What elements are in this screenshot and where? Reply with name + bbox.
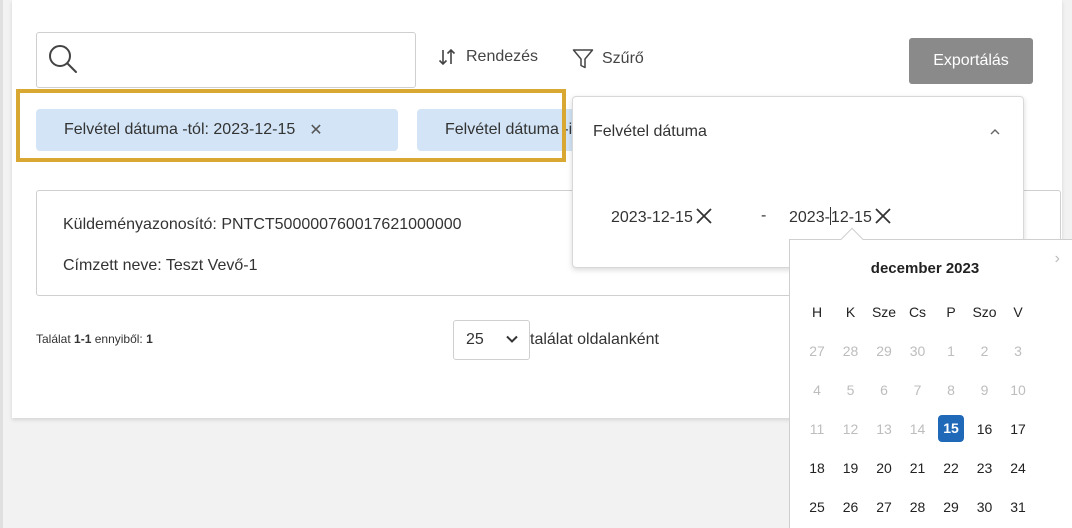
calendar-day: 11	[809, 420, 825, 437]
calendar-day: 1	[947, 342, 955, 359]
calendar-day: 30	[909, 342, 926, 359]
close-icon[interactable]: ✕	[309, 120, 322, 140]
calendar-day: 4	[813, 381, 821, 398]
calendar-day[interactable]: 20	[871, 460, 897, 476]
calendar-weekday-row: H K Sze Cs P Szo V	[804, 292, 1039, 331]
calendar-day: 29	[876, 342, 892, 359]
calendar-day[interactable]: 17	[1005, 421, 1031, 437]
close-icon[interactable]	[874, 207, 892, 225]
calendar-day[interactable]: 30	[972, 499, 998, 515]
calendar-day[interactable]: 18	[804, 460, 830, 476]
recipient-name: Címzett neve: Teszt Vevő-1	[63, 257, 258, 274]
calendar-day: 5	[846, 381, 855, 398]
calendar-day: 12	[842, 420, 859, 437]
filter-chip-from[interactable]: Felvétel dátuma -tól: 2023-12-15 ✕	[36, 109, 398, 151]
calendar-week-row: 25 26 27 28 29 30 31	[804, 487, 1039, 526]
calendar-day[interactable]: 16	[972, 421, 998, 437]
per-page-select[interactable]: 25	[453, 320, 530, 360]
search-icon	[49, 45, 77, 73]
calendar-week-row: 4 5 6 7 8 9 10	[804, 370, 1039, 409]
search-input[interactable]	[36, 32, 416, 88]
calendar-day[interactable]: 26	[838, 499, 864, 515]
chevron-right-icon[interactable]: ›	[1055, 250, 1060, 268]
calendar-weekday: V	[1013, 303, 1023, 320]
close-icon[interactable]	[695, 207, 713, 225]
calendar-week-row: 27 28 29 30 1 2 3	[804, 331, 1039, 370]
date-from-input[interactable]: 2023-12-15	[611, 207, 713, 227]
calendar-day: 13	[876, 420, 892, 437]
calendar-day: 3	[1014, 342, 1022, 359]
calendar-week-row: 11 12 13 14 15 16 17	[804, 409, 1039, 448]
calendar-day: 28	[842, 342, 859, 359]
calendar-weekday: Cs	[908, 303, 927, 320]
filter-label: Szűrő	[602, 50, 644, 67]
calendar-day[interactable]: 22	[938, 460, 964, 476]
funnel-icon	[572, 49, 594, 69]
per-page-label: találat oldalanként	[530, 331, 659, 348]
calendar-weekday: H	[811, 303, 823, 320]
sort-arrows-icon	[438, 48, 456, 66]
calendar-weekday: Szo	[972, 303, 997, 320]
calendar-day[interactable]: 29	[938, 499, 964, 515]
calendar-day[interactable]: 15	[938, 415, 964, 442]
calendar-weekday: Sze	[871, 303, 897, 320]
calendar-week-row: 18 19 20 21 22 23 24	[804, 448, 1039, 487]
calendar-day[interactable]: 21	[905, 460, 931, 476]
sort-label: Rendezés	[466, 48, 539, 65]
calendar-day: 2	[980, 342, 989, 359]
date-picker-calendar: december 2023 › H K Sze Cs P Szo V 27 28 29 30 1 2 3 4…	[789, 227, 1072, 528]
filter-panel-title: Felvétel dátuma	[593, 123, 707, 140]
chevron-down-icon	[506, 335, 518, 343]
calendar-weekday: K	[845, 303, 856, 320]
calendar-day[interactable]: 31	[1005, 499, 1031, 515]
calendar-day[interactable]: 24	[1005, 460, 1031, 476]
calendar-day: 14	[909, 420, 926, 437]
date-to-input[interactable]: 2023-12-15	[789, 207, 892, 227]
hit-count: Találat 1-1 ennyiből: 1	[36, 332, 153, 346]
calendar-grid: H K Sze Cs P Szo V 27 28 29 30 1 2 3 4 5 6 7 8 9 10 11 12 13 14 1…	[804, 292, 1039, 526]
filter-chip-label: Felvétel dátuma -tól: 2023-12-15	[64, 121, 296, 138]
chevron-up-icon[interactable]	[989, 125, 1001, 139]
calendar-day[interactable]: 25	[804, 499, 830, 515]
calendar-day: 9	[980, 381, 989, 398]
calendar-day[interactable]: 19	[838, 460, 864, 476]
per-page-value: 25	[466, 331, 484, 348]
calendar-day: 27	[809, 342, 825, 359]
calendar-day: 7	[913, 381, 922, 398]
calendar-weekday: P	[946, 303, 956, 320]
left-border	[0, 0, 3, 528]
sort-button[interactable]: Rendezés	[438, 48, 538, 66]
calendar-day: 8	[947, 381, 955, 398]
calendar-day: 10	[1010, 381, 1026, 398]
calendar-day[interactable]: 23	[972, 460, 998, 476]
shipment-id: Küldeményazonosító: PNTCT500000760017621…	[63, 216, 462, 233]
filter-button[interactable]: Szűrő	[572, 48, 644, 70]
calendar-day: 6	[880, 381, 888, 398]
calendar-month-label: december 2023	[870, 260, 980, 277]
calendar-day[interactable]: 28	[905, 499, 931, 515]
export-button[interactable]: Exportálás	[909, 38, 1033, 84]
date-range-separator: -	[761, 207, 767, 224]
calendar-day[interactable]: 27	[871, 499, 897, 515]
